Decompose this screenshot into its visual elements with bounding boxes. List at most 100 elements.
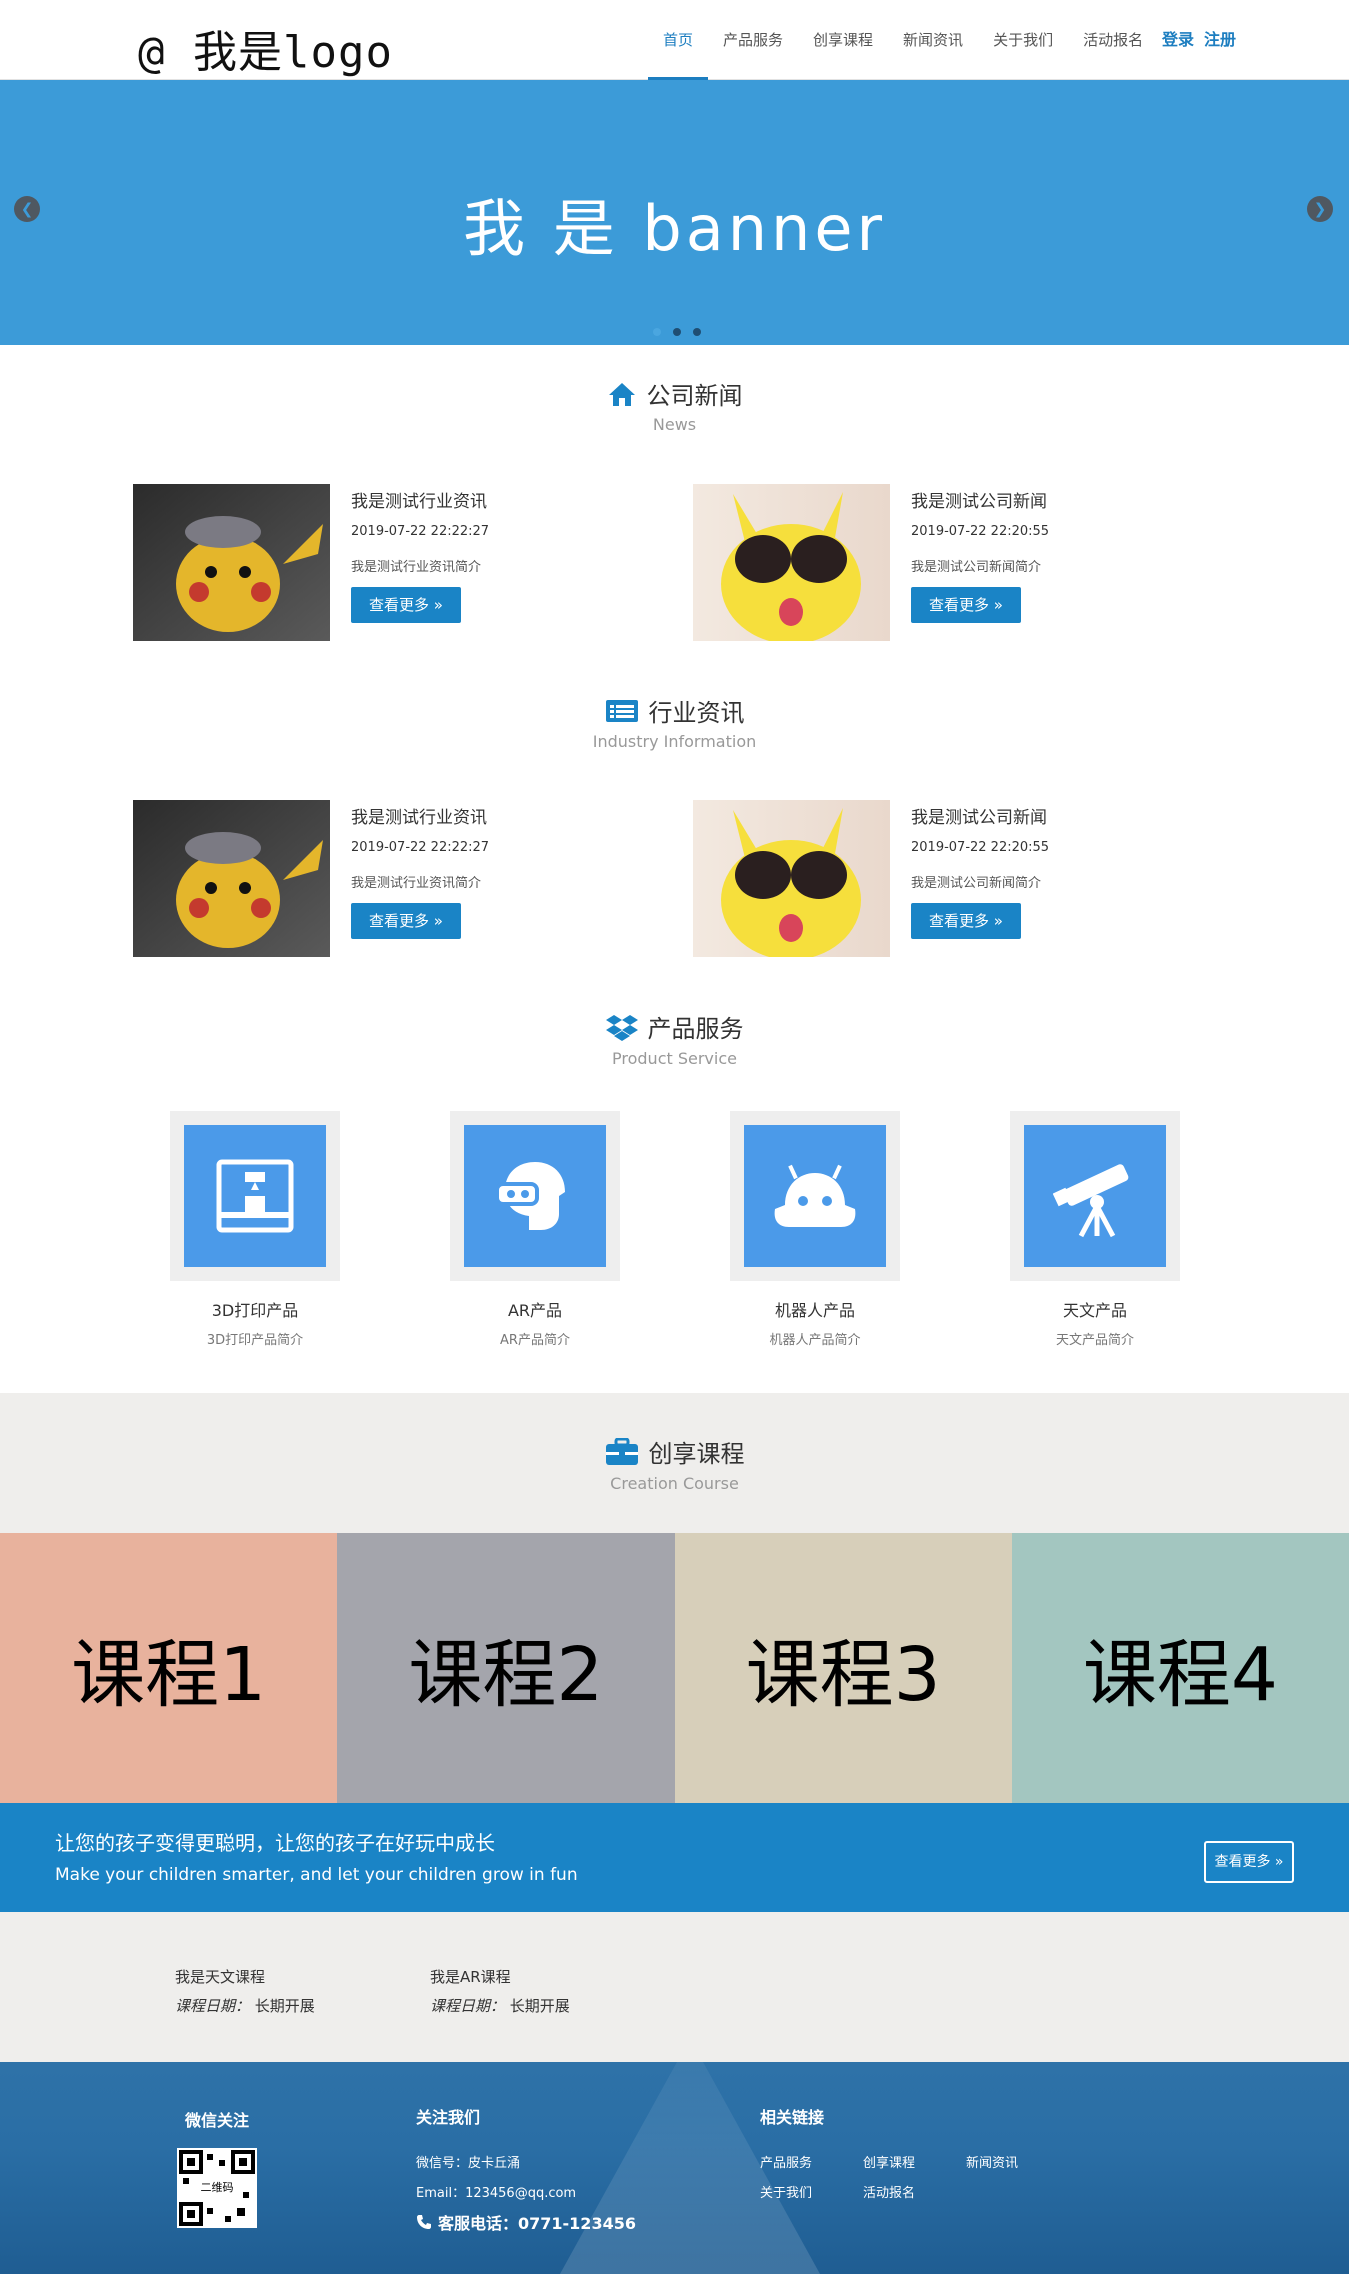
products-title: 产品服务: [605, 1009, 744, 1044]
product-desc: AR产品简介: [500, 1333, 570, 1348]
read-more-button[interactable]: 查看更多 »: [351, 903, 461, 939]
nav-about[interactable]: 关于我们: [978, 0, 1068, 80]
read-more-button[interactable]: 查看更多 »: [351, 587, 461, 623]
nav-news[interactable]: 新闻资讯: [888, 0, 978, 80]
product-card[interactable]: AR产品 AR产品简介: [450, 1111, 620, 1348]
course-list: 我是天文课程 课程日期： 长期开展 我是AR课程 课程日期： 长期开展: [0, 1912, 1349, 2062]
carousel-dot[interactable]: [653, 328, 661, 336]
news-thumbnail-image[interactable]: [693, 800, 890, 957]
courses-section-header: 创享课程 Creation Course: [0, 1434, 1349, 1493]
news-item-title[interactable]: 我是测试公司新闻: [911, 803, 1047, 828]
course-tile[interactable]: 课程3: [674, 1533, 1012, 1803]
news-card: 我是测试公司新闻 2019-07-22 22:20:55 我是测试公司新闻简介 …: [693, 484, 1213, 644]
news-card: 我是测试行业资讯 2019-07-22 22:22:27 我是测试行业资讯简介 …: [133, 484, 653, 644]
qr-code-image: 二维码: [177, 2148, 257, 2228]
footer-link[interactable]: 关于我们: [760, 2182, 812, 2201]
news-section-header: 公司新闻 News: [0, 376, 1349, 434]
auth-links: 登录 注册: [1162, 0, 1236, 80]
product-name: 机器人产品: [774, 1301, 855, 1320]
news-item-desc: 我是测试公司新闻简介: [911, 876, 1042, 891]
course-tile[interactable]: 课程1: [0, 1533, 338, 1803]
footer-follow-title: 关注我们: [416, 2108, 481, 2127]
cta-more-button[interactable]: 查看更多 »: [1204, 1841, 1294, 1883]
products-title-label: 产品服务: [647, 1015, 744, 1043]
login-link[interactable]: 登录: [1162, 0, 1194, 80]
product-desc: 机器人产品简介: [769, 1333, 861, 1348]
news-thumbnail-image[interactable]: [133, 484, 330, 641]
register-link[interactable]: 注册: [1204, 0, 1236, 80]
news-item-desc: 我是测试行业资讯简介: [351, 876, 482, 891]
product-card[interactable]: 机器人产品 机器人产品简介: [730, 1111, 900, 1348]
course-date-value: 长期开展: [254, 1997, 315, 2015]
industry-section-header: 行业资讯 Industry Information: [0, 693, 1349, 751]
header: @ 我是logo 首页 产品服务 创享课程 新闻资讯 关于我们 活动报名 登录 …: [0, 0, 1349, 80]
list-icon: [605, 699, 638, 722]
course-date-label: 课程日期：: [175, 1997, 251, 2015]
read-more-button[interactable]: 查看更多 »: [911, 587, 1021, 623]
news-subtitle: News: [652, 415, 697, 434]
main-nav: 首页 产品服务 创享课程 新闻资讯 关于我们 活动报名: [648, 0, 1158, 80]
footer-email[interactable]: Email：123456@qq.com: [416, 2182, 576, 2201]
footer-link[interactable]: 活动报名: [863, 2182, 915, 2201]
dropbox-icon: [605, 1014, 638, 1041]
footer: 微信关注 二维码 关注我们 微信号：皮卡丘涌 Email：123456@qq.c…: [0, 2062, 1349, 2274]
product-card[interactable]: 3D打印产品 3D打印产品简介: [170, 1111, 340, 1348]
footer-links-title: 相关链接: [760, 2108, 825, 2127]
footer-wechat-id: 微信号：皮卡丘涌: [416, 2156, 521, 2171]
news-item-title[interactable]: 我是测试行业资讯: [351, 803, 487, 828]
banner-text: 我 是 banner: [463, 192, 886, 265]
footer-link[interactable]: 创享课程: [863, 2152, 915, 2171]
3d-printer-icon: [216, 1159, 294, 1233]
news-thumbnail-image[interactable]: [693, 484, 890, 641]
cta-subline: Make your children smarter, and let your…: [55, 1865, 578, 1885]
prev-arrow-icon[interactable]: ❮: [14, 196, 40, 222]
industry-title-label: 行业资讯: [648, 699, 745, 727]
course-tile[interactable]: 课程2: [337, 1533, 675, 1803]
course-list-item[interactable]: 我是AR课程 课程日期： 长期开展: [430, 1966, 570, 2016]
home-icon: [608, 382, 635, 406]
product-image: [170, 1111, 340, 1281]
course-date: 课程日期： 长期开展: [175, 1995, 315, 2016]
product-name: 天文产品: [1062, 1301, 1127, 1320]
cta-headline: 让您的孩子变得更聪明，让您的孩子在好玩中成长: [55, 1831, 495, 1855]
courses-title-label: 创享课程: [648, 1440, 745, 1468]
course-tile[interactable]: 课程4: [1011, 1533, 1349, 1803]
courses-title: 创享课程: [605, 1434, 745, 1469]
cta-banner: 让您的孩子变得更聪明，让您的孩子在好玩中成长 Make your childre…: [0, 1803, 1349, 1912]
nav-home[interactable]: 首页: [648, 0, 709, 80]
logo[interactable]: @ 我是logo: [138, 16, 393, 80]
qr-code-label: 二维码: [195, 2179, 239, 2197]
briefcase-icon: [605, 1437, 638, 1465]
read-more-button[interactable]: 查看更多 »: [911, 903, 1021, 939]
nav-courses[interactable]: 创享课程: [798, 0, 888, 80]
news-item-desc: 我是测试行业资讯简介: [351, 560, 482, 575]
course-date: 课程日期： 长期开展: [430, 1995, 570, 2016]
footer-phone[interactable]: 客服电话：0771-123456: [416, 2210, 636, 2234]
products-section-header: 产品服务 Product Service: [0, 1009, 1349, 1068]
carousel-dot[interactable]: [693, 328, 701, 336]
news-title: 公司新闻: [607, 376, 743, 411]
news-title-label: 公司新闻: [646, 382, 743, 410]
product-name: AR产品: [507, 1301, 563, 1320]
news-card: 我是测试公司新闻 2019-07-22 22:20:55 我是测试公司新闻简介 …: [693, 800, 1213, 960]
news-item-date: 2019-07-22 22:20:55: [911, 524, 1050, 539]
industry-title: 行业资讯: [605, 693, 745, 728]
course-list-item[interactable]: 我是天文课程 课程日期： 长期开展: [175, 1966, 315, 2016]
footer-phone-text: 客服电话：0771-123456: [438, 2214, 636, 2233]
news-item-title[interactable]: 我是测试行业资讯: [351, 487, 487, 512]
nav-events[interactable]: 活动报名: [1068, 0, 1158, 80]
product-image: [450, 1111, 620, 1281]
course-date-label: 课程日期：: [430, 1997, 506, 2015]
product-card[interactable]: 天文产品 天文产品简介: [1010, 1111, 1180, 1348]
footer-link[interactable]: 新闻资讯: [966, 2152, 1018, 2171]
news-thumbnail-image[interactable]: [133, 800, 330, 957]
news-item-title[interactable]: 我是测试公司新闻: [911, 487, 1047, 512]
footer-link[interactable]: 产品服务: [760, 2152, 812, 2171]
products-subtitle: Product Service: [612, 1048, 737, 1068]
product-name: 3D打印产品: [211, 1301, 299, 1320]
nav-products[interactable]: 产品服务: [708, 0, 798, 80]
footer-wechat-title: 微信关注: [185, 2111, 250, 2130]
next-arrow-icon[interactable]: ❯: [1307, 196, 1333, 222]
carousel-dot[interactable]: [673, 328, 681, 336]
course-date-value: 长期开展: [509, 1997, 570, 2015]
